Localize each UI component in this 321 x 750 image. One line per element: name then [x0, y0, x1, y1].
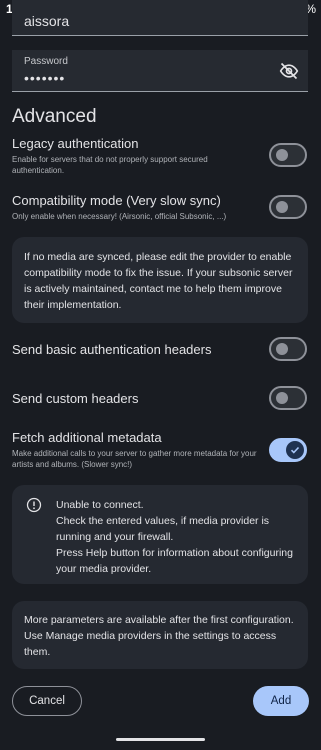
compatibility-mode-switch[interactable] — [269, 195, 307, 219]
setting-title: Fetch additional metadata — [12, 430, 162, 445]
setting-title: Compatibility mode (Very slow sync) — [12, 193, 221, 208]
setting-legacy-auth[interactable]: Legacy authentication Enable for servers… — [12, 136, 257, 176]
setting-custom-headers[interactable]: Send custom headers — [12, 391, 257, 407]
setting-compatibility-mode[interactable]: Compatibility mode (Very slow sync) Only… — [12, 193, 257, 222]
password-field[interactable]: Password ••••••• — [12, 50, 308, 92]
setting-additional-metadata[interactable]: Fetch additional metadata Make additiona… — [12, 430, 257, 470]
switch-knob — [286, 441, 304, 459]
switch-knob — [276, 149, 288, 161]
password-label: Password — [24, 56, 68, 67]
switch-knob — [276, 201, 288, 213]
setting-description: Enable for servers that do not properly … — [12, 155, 208, 175]
compatibility-info-card: If no media are synced, please edit the … — [12, 237, 308, 323]
server-field-value: aissora — [24, 13, 70, 29]
error-message: Unable to connect. Check the entered val… — [56, 497, 296, 577]
add-button[interactable]: Add — [253, 686, 309, 716]
connection-error-card: Unable to connect. Check the entered val… — [12, 485, 308, 584]
cancel-button[interactable]: Cancel — [12, 686, 82, 716]
server-field[interactable]: aissora — [12, 0, 308, 36]
setting-basic-auth-headers[interactable]: Send basic authentication headers — [12, 342, 257, 358]
gesture-navigation-bar[interactable] — [116, 738, 205, 741]
check-icon — [290, 446, 300, 454]
setting-description: Only enable when necessary! (Airsonic, o… — [12, 212, 227, 221]
switch-knob — [276, 343, 288, 355]
setting-title: Send custom headers — [12, 391, 139, 406]
custom-headers-switch[interactable] — [269, 386, 307, 410]
legacy-auth-switch[interactable] — [269, 143, 307, 167]
more-parameters-card: More parameters are available after the … — [12, 601, 308, 669]
basic-auth-headers-switch[interactable] — [269, 337, 307, 361]
setting-description: Make additional calls to your server to … — [12, 449, 257, 469]
error-line: Press Help button for information about … — [56, 547, 293, 575]
params-card-text: More parameters are available after the … — [24, 614, 294, 658]
additional-metadata-switch[interactable] — [269, 438, 307, 462]
password-value: ••••••• — [24, 70, 66, 86]
visibility-off-icon[interactable] — [278, 61, 300, 81]
setting-title: Legacy authentication — [12, 136, 139, 151]
switch-knob — [276, 392, 288, 404]
advanced-heading: Advanced — [12, 106, 97, 127]
error-icon — [26, 497, 42, 513]
error-line: Check the entered values, if media provi… — [56, 515, 270, 543]
setting-title: Send basic authentication headers — [12, 342, 212, 357]
info-card-text: If no media are synced, please edit the … — [24, 251, 293, 311]
error-line: Unable to connect. — [56, 499, 144, 511]
